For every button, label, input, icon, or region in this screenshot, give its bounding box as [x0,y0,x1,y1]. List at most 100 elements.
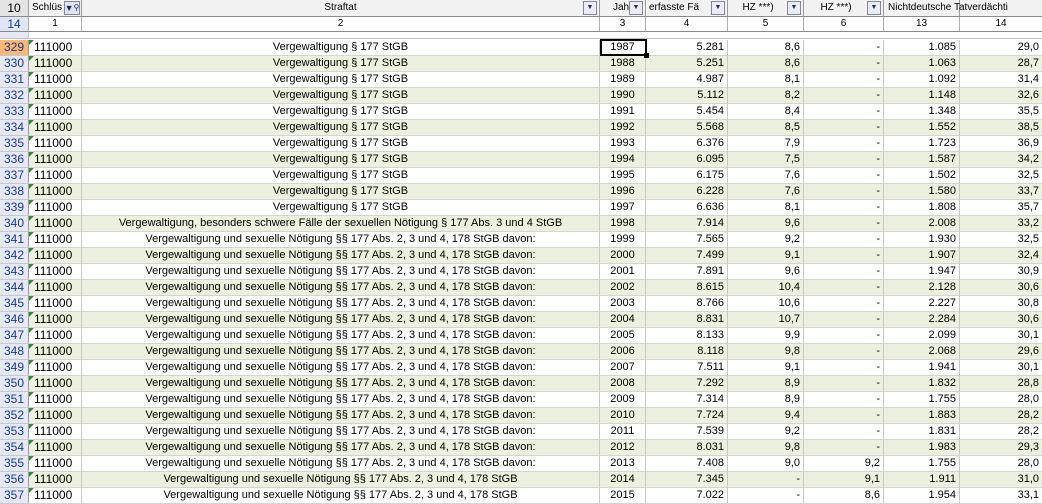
cell-anteil[interactable]: 29,0 [960,40,1042,56]
cell-hz-2[interactable]: - [804,200,884,216]
cell-erfasste-faelle[interactable]: 8.831 [646,312,728,328]
cell-straftat[interactable]: Vergewaltigung § 177 StGB [82,200,600,216]
cell-hz[interactable]: 10,6 [728,296,804,312]
cell-nichtdeutsche[interactable]: 1.092 [884,72,960,88]
cell-anteil[interactable]: 30,6 [960,280,1042,296]
cell-schluessel[interactable]: 111000 [29,88,82,104]
cell-hz-2[interactable]: - [804,152,884,168]
cell-hz[interactable]: 8,9 [728,392,804,408]
cell-schluessel[interactable]: 111000 [29,472,82,488]
row-number[interactable]: 336 [0,152,29,168]
cell-nichtdeutsche[interactable]: 1.348 [884,104,960,120]
row-number[interactable]: 347 [0,328,29,344]
cell-hz[interactable]: 9,0 [728,456,804,472]
cell-straftat[interactable]: Vergewaltigung § 177 StGB [82,184,600,200]
cell-hz[interactable]: 9,9 [728,328,804,344]
row-number[interactable]: 349 [0,360,29,376]
cell-hz-2[interactable]: - [804,280,884,296]
cell-jahr[interactable]: 1987 [600,40,646,56]
cell-hz-2[interactable]: - [804,216,884,232]
cell-schluessel[interactable]: 111000 [29,120,82,136]
cell-nichtdeutsche[interactable]: 1.085 [884,40,960,56]
cell-schluessel[interactable]: 111000 [29,56,82,72]
cell-hz[interactable]: 9,8 [728,440,804,456]
cell-straftat[interactable]: Vergewaltigung und sexuelle Nötigung §§ … [82,264,600,280]
cell-straftat[interactable]: Vergewaltigung § 177 StGB [82,168,600,184]
cell-erfasste-faelle[interactable]: 7.345 [646,472,728,488]
cell-schluessel[interactable]: 111000 [29,344,82,360]
cell-nichtdeutsche[interactable]: 1.831 [884,424,960,440]
cell-schluessel[interactable]: 111000 [29,104,82,120]
cell-schluessel[interactable]: 111000 [29,168,82,184]
cell-hz[interactable]: 9,6 [728,264,804,280]
cell-straftat[interactable]: Vergewaltigung und sexuelle Nötigung §§ … [82,408,600,424]
cell-hz-2[interactable]: - [804,264,884,280]
cell-hz-2[interactable]: - [804,376,884,392]
cell-jahr[interactable]: 1995 [600,168,646,184]
cell-hz-2[interactable]: - [804,56,884,72]
cell-straftat[interactable]: Vergewaltigung und sexuelle Nötigung §§ … [82,360,600,376]
filter-dropdown-icon[interactable]: ▼ [867,1,881,15]
cell-erfasste-faelle[interactable]: 8.133 [646,328,728,344]
cell-jahr[interactable]: 1991 [600,104,646,120]
cell-hz[interactable]: 9,8 [728,344,804,360]
cell-erfasste-faelle[interactable]: 7.022 [646,488,728,504]
cell-straftat[interactable]: Vergewaltigung und sexuelle Nötigung §§ … [82,456,600,472]
cell-erfasste-faelle[interactable]: 7.511 [646,360,728,376]
filter-dropdown-icon[interactable]: ▼ [711,1,725,15]
cell-straftat[interactable]: Vergewaltigung und sexuelle Nötigung §§ … [82,392,600,408]
cell-erfasste-faelle[interactable]: 5.112 [646,88,728,104]
row-number[interactable]: 332 [0,88,29,104]
cell-hz-2[interactable]: - [804,296,884,312]
cell-anteil[interactable]: 30,6 [960,312,1042,328]
cell-jahr[interactable]: 2000 [600,248,646,264]
cell-erfasste-faelle[interactable]: 8.118 [646,344,728,360]
cell-hz[interactable]: 7,9 [728,136,804,152]
cell-erfasste-faelle[interactable]: 7.914 [646,216,728,232]
cell-nichtdeutsche[interactable]: 1.832 [884,376,960,392]
cell-nichtdeutsche[interactable]: 2.068 [884,344,960,360]
cell-anteil[interactable]: 35,7 [960,200,1042,216]
cell-nichtdeutsche[interactable]: 2.284 [884,312,960,328]
cell-erfasste-faelle[interactable]: 4.987 [646,72,728,88]
cell-jahr[interactable]: 1992 [600,120,646,136]
cell-erfasste-faelle[interactable]: 8.766 [646,296,728,312]
filter-dropdown-icon[interactable]: ▼ [629,1,643,15]
cell-jahr[interactable]: 2010 [600,408,646,424]
cell-schluessel[interactable]: 111000 [29,408,82,424]
cell-nichtdeutsche[interactable]: 1.755 [884,456,960,472]
row-number[interactable]: 334 [0,120,29,136]
cell-erfasste-faelle[interactable]: 5.568 [646,120,728,136]
cell-anteil[interactable]: 29,3 [960,440,1042,456]
header-corner[interactable]: 10 [0,0,29,16]
filter-dropdown-icon[interactable]: ▼ [583,1,597,15]
cell-jahr[interactable]: 2001 [600,264,646,280]
row-number[interactable]: 343 [0,264,29,280]
cell-schluessel[interactable]: 111000 [29,424,82,440]
cell-straftat[interactable]: Vergewaltigung und sexuelle Nötigung §§ … [82,376,600,392]
cell-hz[interactable]: 9,1 [728,360,804,376]
cell-hz-2[interactable]: - [804,88,884,104]
cell-hz[interactable]: 8,2 [728,88,804,104]
cell-nichtdeutsche[interactable]: 2.099 [884,328,960,344]
cell-jahr[interactable]: 2007 [600,360,646,376]
cell-schluessel[interactable]: 111000 [29,376,82,392]
cell-schluessel[interactable]: 111000 [29,136,82,152]
cell-hz[interactable]: 8,9 [728,376,804,392]
cell-hz[interactable]: - [728,472,804,488]
cell-nichtdeutsche[interactable]: 2.128 [884,280,960,296]
cell-schluessel[interactable]: 111000 [29,216,82,232]
row-number[interactable]: 329 [0,40,29,56]
cell-anteil[interactable]: 35,5 [960,104,1042,120]
cell-nichtdeutsche[interactable]: 1.808 [884,200,960,216]
cell-anteil[interactable]: 28,0 [960,392,1042,408]
cell-hz[interactable]: 8,1 [728,72,804,88]
row-number[interactable]: 344 [0,280,29,296]
cell-anteil[interactable]: 38,5 [960,120,1042,136]
cell-hz-2[interactable]: - [804,72,884,88]
cell-hz[interactable]: 7,6 [728,184,804,200]
cell-straftat[interactable]: Vergewaltigung § 177 StGB [82,152,600,168]
row-number[interactable]: 346 [0,312,29,328]
row-number[interactable]: 357 [0,488,29,504]
cell-nichtdeutsche[interactable]: 1.954 [884,488,960,504]
